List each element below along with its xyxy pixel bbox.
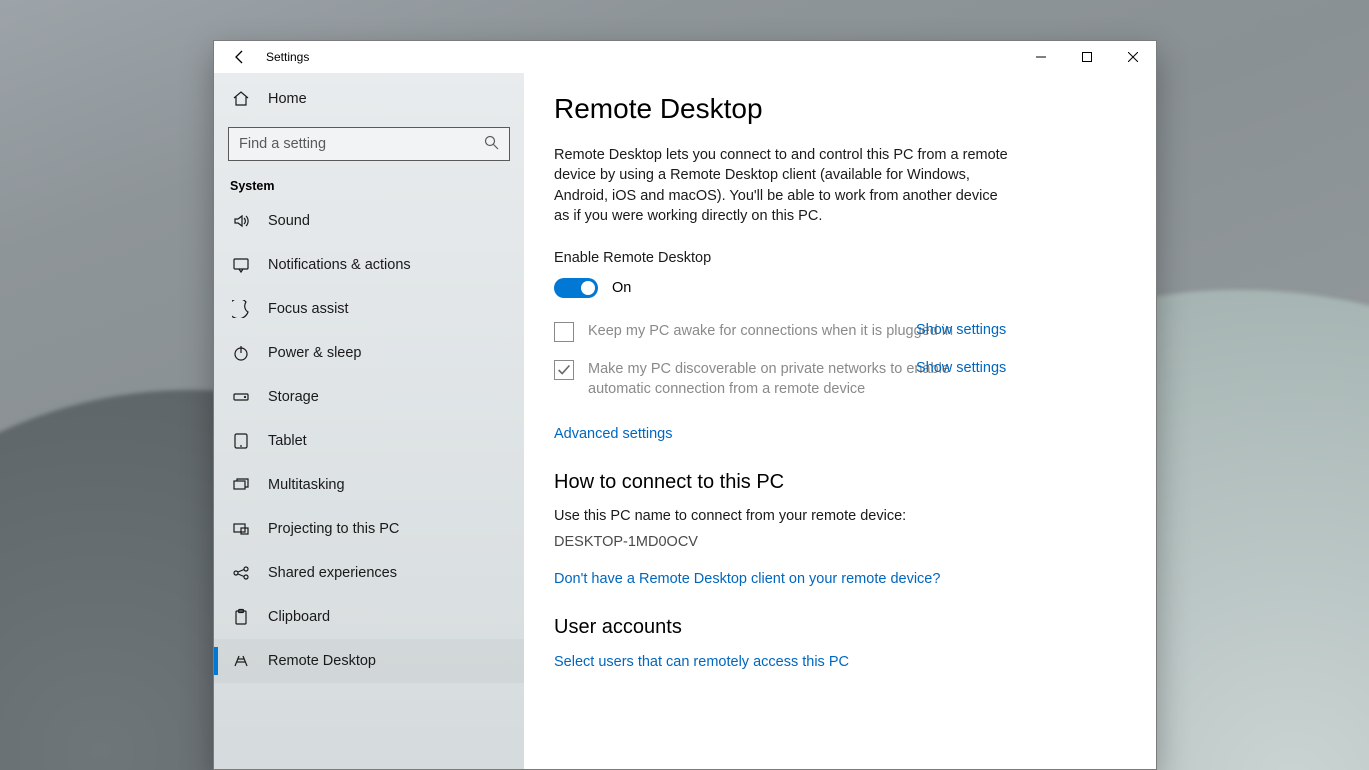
sidebar-home[interactable]: Home (214, 77, 524, 121)
page-title: Remote Desktop (554, 93, 1126, 125)
sound-icon (232, 212, 250, 230)
discoverable-show-settings-link[interactable]: Show settings (916, 360, 1006, 376)
multitasking-icon (232, 476, 250, 494)
sidebar-item-power-sleep[interactable]: Power & sleep (214, 331, 524, 375)
sidebar-item-label: Power & sleep (268, 345, 362, 361)
storage-icon (232, 388, 250, 406)
sidebar-item-label: Multitasking (268, 477, 345, 493)
advanced-settings-link[interactable]: Advanced settings (554, 426, 673, 442)
sidebar-item-label: Clipboard (268, 609, 330, 625)
sidebar-item-multitasking[interactable]: Multitasking (214, 463, 524, 507)
sidebar-section-label: System (214, 169, 524, 199)
search-box[interactable] (228, 127, 510, 161)
projecting-icon (232, 520, 250, 538)
keep-awake-show-settings-link[interactable]: Show settings (916, 322, 1006, 338)
power-sleep-icon (232, 344, 250, 362)
settings-window: Settings Home (213, 40, 1157, 770)
sidebar-item-label: Notifications & actions (268, 257, 411, 273)
sidebar-item-focus-assist[interactable]: Focus assist (214, 287, 524, 331)
sidebar-item-label: Projecting to this PC (268, 521, 399, 537)
shared-experiences-icon (232, 564, 250, 582)
tablet-icon (232, 432, 250, 450)
sidebar-item-storage[interactable]: Storage (214, 375, 524, 419)
titlebar: Settings (214, 41, 1156, 73)
sidebar-home-label: Home (268, 91, 307, 107)
sidebar-item-label: Shared experiences (268, 565, 397, 581)
maximize-button[interactable] (1064, 41, 1110, 73)
search-icon (484, 135, 499, 154)
sidebar-item-tablet[interactable]: Tablet (214, 419, 524, 463)
sidebar: Home System Sound Notifications & actions… (214, 73, 524, 769)
notifications-icon (232, 256, 250, 274)
sidebar-item-shared-experiences[interactable]: Shared experiences (214, 551, 524, 595)
page-description: Remote Desktop lets you connect to and c… (554, 145, 1014, 226)
sidebar-item-sound[interactable]: Sound (214, 199, 524, 243)
home-icon (232, 90, 250, 108)
sidebar-item-remote-desktop[interactable]: Remote Desktop (214, 639, 524, 683)
pc-name-value: DESKTOP-1MD0OCV (554, 534, 1126, 550)
minimize-button[interactable] (1018, 41, 1064, 73)
connect-instruction: Use this PC name to connect from your re… (554, 508, 1126, 524)
no-client-link[interactable]: Don't have a Remote Desktop client on yo… (554, 571, 940, 587)
keep-awake-checkbox[interactable] (554, 322, 574, 342)
enable-remote-desktop-toggle[interactable] (554, 278, 598, 298)
sidebar-item-label: Focus assist (268, 301, 349, 317)
back-button[interactable] (232, 49, 248, 65)
sidebar-item-label: Sound (268, 213, 310, 229)
sidebar-item-projecting[interactable]: Projecting to this PC (214, 507, 524, 551)
select-users-link[interactable]: Select users that can remotely access th… (554, 654, 849, 670)
clipboard-icon (232, 608, 250, 626)
discoverable-checkbox[interactable] (554, 360, 574, 380)
sidebar-item-label: Tablet (268, 433, 307, 449)
enable-remote-desktop-label: Enable Remote Desktop (554, 250, 1126, 266)
window-title: Settings (266, 50, 309, 64)
user-accounts-heading: User accounts (554, 616, 1126, 639)
close-button[interactable] (1110, 41, 1156, 73)
sidebar-item-clipboard[interactable]: Clipboard (214, 595, 524, 639)
toggle-state-text: On (612, 280, 631, 296)
focus-assist-icon (232, 300, 250, 318)
search-input[interactable] (239, 136, 484, 152)
connect-heading: How to connect to this PC (554, 471, 1126, 494)
content-area: Remote Desktop Remote Desktop lets you c… (524, 73, 1156, 769)
sidebar-item-label: Remote Desktop (268, 653, 376, 669)
remote-desktop-icon (232, 652, 250, 670)
sidebar-item-notifications[interactable]: Notifications & actions (214, 243, 524, 287)
sidebar-item-label: Storage (268, 389, 319, 405)
